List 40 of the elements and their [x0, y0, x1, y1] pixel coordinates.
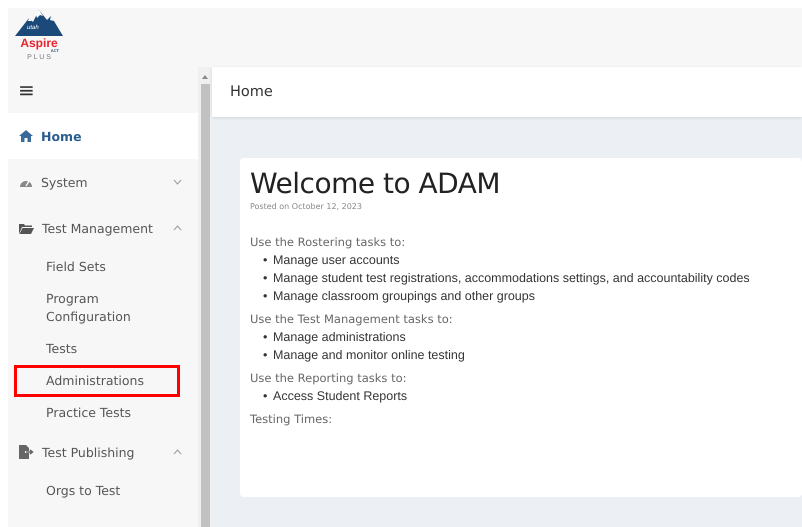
- home-icon: [19, 130, 33, 142]
- section-heading: Testing Times:: [250, 412, 334, 426]
- menu-icon[interactable]: ≡: [18, 80, 35, 100]
- list-item: Manage user accounts: [273, 252, 400, 269]
- section-heading: Use the Rostering tasks to:: [250, 235, 406, 249]
- sidebar-item[interactable]: Test Management: [8, 205, 198, 251]
- list-item: Access Student Reports: [273, 388, 408, 405]
- sidebar-subitem[interactable]: Administrations: [14, 365, 180, 397]
- scroll-up-icon[interactable]: [201, 73, 209, 81]
- sidebar-item[interactable]: System: [8, 159, 198, 205]
- chevron-down-icon: [173, 179, 182, 185]
- page-title: Home: [230, 84, 273, 100]
- list-item: Manage administrations: [273, 329, 406, 346]
- file-export-icon: [19, 445, 34, 459]
- chevron-up-icon: [173, 449, 182, 455]
- sidebar-subitem[interactable]: Orgs to Test: [14, 475, 180, 507]
- section-heading: Use the Reporting tasks to:: [250, 371, 408, 385]
- bullet-mark: •: [263, 388, 268, 405]
- sidebar-subitem[interactable]: Program Configuration: [14, 283, 180, 333]
- sidebar-subitem[interactable]: Field Sets: [14, 251, 180, 283]
- sidebar-subitem[interactable]: Tests: [14, 333, 180, 365]
- bullet-mark: •: [263, 252, 268, 269]
- section-heading: Use the Test Management tasks to:: [250, 312, 454, 326]
- folder-icon: [19, 222, 34, 234]
- sidebar-item[interactable]: Test Publishing: [8, 429, 198, 475]
- post-title: Welcome to ADAM: [250, 166, 502, 202]
- sidebar-subitem[interactable]: Practice Tests: [14, 397, 180, 429]
- list-item: Manage and monitor online testing: [273, 347, 465, 364]
- logo-name-text: Aspire: [20, 37, 58, 49]
- scrollbar[interactable]: [198, 67, 212, 527]
- bullet-mark: •: [263, 347, 268, 364]
- post-date: Posted on October 12, 2023: [250, 202, 363, 211]
- chevron-up-icon: [173, 225, 182, 231]
- sidebar-item[interactable]: Home: [8, 113, 198, 159]
- list-item: Manage student test registrations, accommodations settings, and accountability codes: [273, 270, 750, 287]
- bullet-mark: •: [263, 329, 268, 346]
- scrollbar-thumb[interactable]: [200, 84, 210, 527]
- bullet-mark: •: [263, 288, 268, 305]
- list-item: Manage classroom groupings and other groups: [273, 288, 535, 305]
- bullet-mark: •: [263, 270, 268, 287]
